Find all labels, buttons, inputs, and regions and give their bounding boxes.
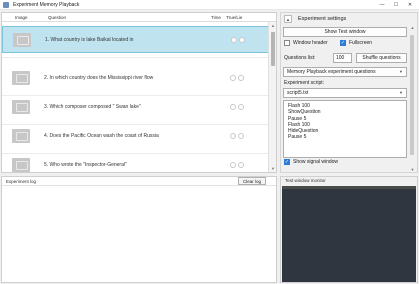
time-indicator [230, 162, 236, 168]
window-header-checkbox[interactable]: Window header [284, 40, 328, 46]
script-editor[interactable]: Flash 100 ShowQuestion Pause 5 Flash 100… [283, 100, 407, 158]
monitor-title: Test window monitor [285, 178, 326, 183]
close-button[interactable]: ✕ [403, 1, 417, 9]
monitor-preview [282, 186, 416, 282]
log-title: Experiment log [6, 179, 37, 184]
scroll-up-icon[interactable]: ▲ [270, 23, 276, 29]
time-indicator [230, 133, 236, 139]
table-row[interactable]: 5. Who wrote the "Inspector-General" [2, 152, 269, 172]
image-placeholder-icon [12, 129, 30, 143]
question-text: 3. Which composer composed " Swan lake" [44, 104, 141, 110]
script-file-value: script5.txt [287, 90, 309, 96]
fullscreen-label: Fullscreen [349, 40, 373, 46]
show-signal-window-label: Show signal window [293, 159, 339, 165]
scroll-down-icon[interactable]: ▼ [270, 166, 276, 172]
question-text: 2. In which country does the Mississippi… [44, 75, 154, 81]
chevron-down-icon: ▼ [399, 69, 403, 74]
settings-header: ▲ Experiment settings [281, 13, 417, 24]
experiment-log-panel: Experiment log Clear log [1, 176, 277, 283]
experiment-mode-select[interactable]: Memory Playback experiment questions ▼ [283, 67, 407, 77]
row-divider [2, 57, 269, 58]
column-question[interactable]: Question [48, 15, 66, 20]
fullscreen-checkbox[interactable]: ✓ Fullscreen [340, 40, 372, 46]
image-placeholder-icon [12, 100, 30, 114]
table-row[interactable]: 3. Which composer composed " Swan lake" [2, 94, 269, 121]
questions-list-label: Questions list: [284, 55, 316, 61]
shuffle-questions-button[interactable]: Shuffle questions [356, 53, 407, 63]
show-signal-window-checkbox[interactable]: ✓ Show signal window [284, 159, 338, 165]
question-text: 5. Who wrote the "Inspector-General" [44, 162, 127, 168]
log-header: Experiment log Clear log [2, 177, 276, 185]
title-bar: Experiment Memory Playback — ☐ ✕ [0, 0, 419, 10]
true-lie-indicator [238, 133, 244, 139]
script-file-select[interactable]: script5.txt ▼ [283, 88, 407, 98]
true-lie-indicator [239, 37, 245, 43]
time-indicator [231, 37, 237, 43]
image-placeholder-icon [13, 33, 31, 47]
experiment-settings-panel: ▲ Experiment settings Show Test window W… [280, 12, 418, 173]
settings-scrollbar[interactable]: ▲ ▼ [409, 25, 416, 173]
true-lie-indicator [238, 162, 244, 168]
clear-log-button[interactable]: Clear log [238, 177, 266, 185]
true-lie-indicator [238, 75, 244, 81]
window-header-label: Window header [293, 40, 328, 46]
questions-count-field[interactable]: 100 [333, 53, 352, 63]
time-indicator [230, 75, 236, 81]
questions-table: Image Question Time True/Lie 1. What cou… [1, 12, 277, 173]
question-text: 1. What country is lake Baikal located i… [45, 37, 134, 43]
column-true-lie[interactable]: True/Lie [226, 15, 242, 20]
table-row[interactable]: 2. In which country does the Mississippi… [2, 65, 269, 92]
checkmark-icon: ✓ [284, 159, 290, 165]
scroll-thumb[interactable] [410, 35, 414, 155]
table-row[interactable]: 1. What country is lake Baikal located i… [2, 26, 269, 53]
time-indicator [230, 104, 236, 110]
checkbox-unchecked-icon [284, 40, 290, 46]
collapse-icon[interactable]: ▲ [284, 14, 292, 23]
table-header: Image Question Time True/Lie [2, 13, 276, 22]
window-title: Experiment Memory Playback [13, 1, 80, 8]
experiment-script-label: Experiment script: [284, 80, 325, 86]
experiment-mode-value: Memory Playback experiment questions [287, 69, 376, 75]
chevron-down-icon: ▼ [399, 90, 403, 95]
scroll-down-icon[interactable]: ▼ [409, 167, 416, 173]
image-placeholder-icon [12, 71, 30, 85]
app-icon [3, 1, 9, 8]
minimize-button[interactable]: — [375, 1, 389, 9]
questions-scrollbar[interactable]: ▲ ▼ [268, 22, 276, 172]
image-placeholder-icon [12, 158, 30, 172]
column-image[interactable]: Image [15, 15, 28, 20]
table-row[interactable]: 4. Does the Pacific Ocean wash the coast… [2, 123, 269, 150]
true-lie-indicator [238, 104, 244, 110]
question-text: 4. Does the Pacific Ocean wash the coast… [44, 133, 159, 139]
show-test-window-button[interactable]: Show Test window [283, 27, 407, 37]
settings-title: Experiment settings [298, 15, 347, 22]
script-line: Pause 5 [288, 134, 307, 141]
window-controls: — ☐ ✕ [375, 1, 417, 9]
maximize-button[interactable]: ☐ [389, 1, 403, 9]
checkmark-icon: ✓ [340, 40, 346, 46]
column-time[interactable]: Time [211, 15, 221, 20]
log-output[interactable] [2, 185, 276, 282]
test-window-monitor-panel: Test window monitor [280, 176, 418, 283]
scroll-up-icon[interactable]: ▲ [409, 25, 416, 31]
scroll-thumb[interactable] [271, 32, 275, 66]
